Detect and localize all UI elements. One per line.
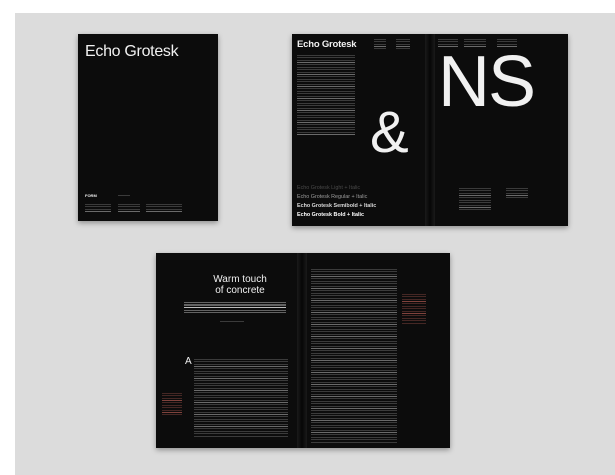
- article-spread-bottom: Warm touch of concrete A: [156, 253, 450, 448]
- ampersand-glyph: &: [370, 100, 409, 165]
- cover-footer-text: [118, 195, 130, 197]
- headline: Warm touch of concrete: [190, 274, 290, 296]
- style-line-regular: Echo Grotesk Regular + Italic: [297, 194, 368, 200]
- article-body-text: [194, 359, 288, 437]
- article-byline: [220, 321, 244, 323]
- specimen-spread-top: Echo Grotesk & Echo Grotesk Light + Ital…: [292, 34, 568, 226]
- article-lead-text: [184, 302, 286, 314]
- cover-footer-text: [118, 204, 140, 213]
- large-letters: NS: [438, 42, 536, 122]
- cover-title: Echo Grotesk: [85, 43, 179, 60]
- headline-line-1: Warm touch: [213, 274, 267, 285]
- headline-line-2: of concrete: [215, 285, 265, 296]
- style-line-light: Echo Grotesk Light + Italic: [297, 185, 361, 191]
- drop-cap: A: [185, 356, 192, 367]
- cover-footer-text: [85, 204, 111, 213]
- spread-title: Echo Grotesk: [297, 39, 357, 50]
- cover-foundry-mark: FORM: [85, 193, 97, 198]
- cover-footer-text: [146, 204, 182, 213]
- style-line-semibold: Echo Grotesk Semibold + Italic: [297, 203, 377, 209]
- style-line-bold: Echo Grotesk Bold + Italic: [297, 212, 364, 218]
- sidebar-note: [402, 294, 426, 324]
- article-body-text: [311, 269, 397, 443]
- spread-caption-text: [506, 188, 528, 198]
- spread-meta-text: [396, 39, 410, 49]
- spread-meta-text: [374, 39, 386, 49]
- mockup-backdrop: Echo Grotesk FORM Echo Grotesk & Echo Gr…: [15, 13, 615, 475]
- brochure-cover: Echo Grotesk FORM: [78, 34, 218, 221]
- spread-body-text: [297, 55, 355, 135]
- sidebar-note: [162, 393, 182, 415]
- spread-caption-text: [459, 188, 491, 210]
